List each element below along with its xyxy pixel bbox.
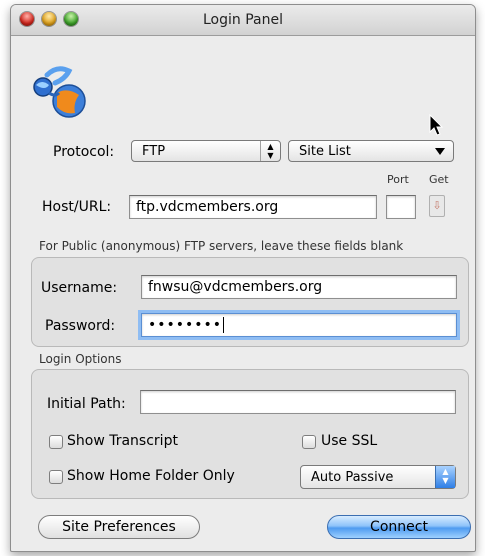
host-url-field[interactable]: ftp.vdcmembers.org xyxy=(129,195,377,219)
dropdown-arrow-icon xyxy=(435,148,445,155)
text-caret xyxy=(223,317,225,333)
host-url-label: Host/URL: xyxy=(42,199,112,215)
get-label: Get xyxy=(429,173,449,186)
port-field[interactable] xyxy=(386,195,416,219)
stepper-arrows-icon: ▲ ▼ xyxy=(260,141,280,161)
show-transcript-label: Show Transcript xyxy=(67,433,178,449)
protocol-value: FTP xyxy=(142,144,166,159)
site-list-value: Site List xyxy=(299,144,351,159)
credentials-group: Username: fnwsu@vdcmembers.org Password:… xyxy=(31,257,469,347)
protocol-label: Protocol: xyxy=(53,144,115,160)
username-field[interactable]: fnwsu@vdcmembers.org xyxy=(141,275,457,299)
login-options-heading: Login Options xyxy=(39,352,122,366)
login-options-group: Initial Path: Show Transcript Use SSL Sh… xyxy=(31,369,469,499)
download-arrow-icon: ⇩ xyxy=(432,199,442,212)
username-label: Username: xyxy=(41,280,118,296)
initial-path-label: Initial Path: xyxy=(47,396,126,412)
site-list-select[interactable]: Site List xyxy=(288,140,454,162)
port-label: Port xyxy=(387,173,409,186)
globe-network-icon xyxy=(33,66,86,118)
use-ssl-checkbox[interactable] xyxy=(302,435,316,449)
password-field[interactable]: •••••••• xyxy=(141,313,457,337)
password-mask: •••••••• xyxy=(148,317,223,333)
show-home-folder-only-label: Show Home Folder Only xyxy=(67,468,235,484)
show-home-folder-only-checkbox[interactable] xyxy=(49,470,63,484)
login-panel-window: Login Panel Protocol: FTP ▲ ▼ Site List P… xyxy=(10,4,476,552)
title-bar: Login Panel xyxy=(11,5,475,36)
show-transcript-checkbox[interactable] xyxy=(49,435,63,449)
passive-mode-value: Auto Passive xyxy=(311,470,394,485)
connect-button[interactable]: Connect xyxy=(327,515,471,539)
window-title: Login Panel xyxy=(203,12,283,28)
password-label: Password: xyxy=(45,318,116,334)
protocol-select[interactable]: FTP ▲ ▼ xyxy=(131,140,281,162)
get-port-button[interactable]: ⇩ xyxy=(429,195,445,217)
passive-mode-select[interactable]: Auto Passive ▲ ▼ xyxy=(300,465,456,489)
stepper-arrows-icon: ▲ ▼ xyxy=(435,466,455,488)
use-ssl-label: Use SSL xyxy=(321,433,378,449)
site-preferences-button[interactable]: Site Preferences xyxy=(38,515,200,539)
arrow-cursor-icon xyxy=(429,114,444,136)
anonymous-notice: For Public (anonymous) FTP servers, leav… xyxy=(39,239,404,253)
initial-path-field[interactable] xyxy=(140,390,456,414)
